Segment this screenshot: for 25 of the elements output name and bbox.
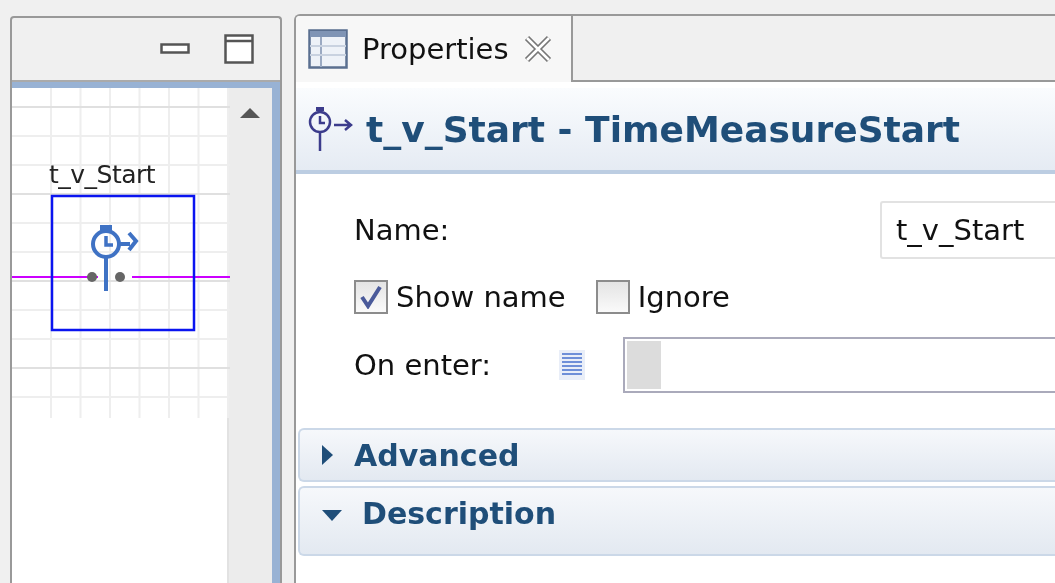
maximize-icon[interactable] (224, 34, 254, 64)
checkbox-label: Show name (396, 280, 566, 314)
stopwatch-icon[interactable] (87, 225, 139, 291)
block-label: t_v_Start (49, 160, 156, 189)
name-field[interactable]: t_v_Start (880, 201, 1055, 259)
caret-icon (322, 445, 334, 465)
stopwatch-icon (306, 106, 354, 152)
lines-icon[interactable] (559, 350, 585, 380)
section-header[interactable]: Advanced (298, 428, 1055, 482)
checkbox[interactable] (595, 280, 630, 314)
close-icon[interactable] (522, 34, 553, 64)
caret-icon (322, 510, 342, 522)
minimize-icon[interactable] (160, 43, 190, 55)
field-label: Name: (354, 213, 451, 247)
field-label: On enter: (354, 348, 493, 382)
scrollbar[interactable] (226, 88, 272, 583)
header-title: t_v_Start - TimeMeasureStart (366, 108, 961, 150)
scroll-up-icon[interactable] (240, 108, 261, 118)
properties-tab[interactable]: Properties (296, 16, 573, 82)
block-frame[interactable] (50, 194, 196, 332)
section-header[interactable]: Description (298, 486, 1055, 556)
code-field[interactable] (623, 337, 1055, 393)
checkbox[interactable] (354, 280, 388, 314)
checkbox-label: Ignore (637, 280, 730, 314)
table-icon (308, 29, 348, 69)
